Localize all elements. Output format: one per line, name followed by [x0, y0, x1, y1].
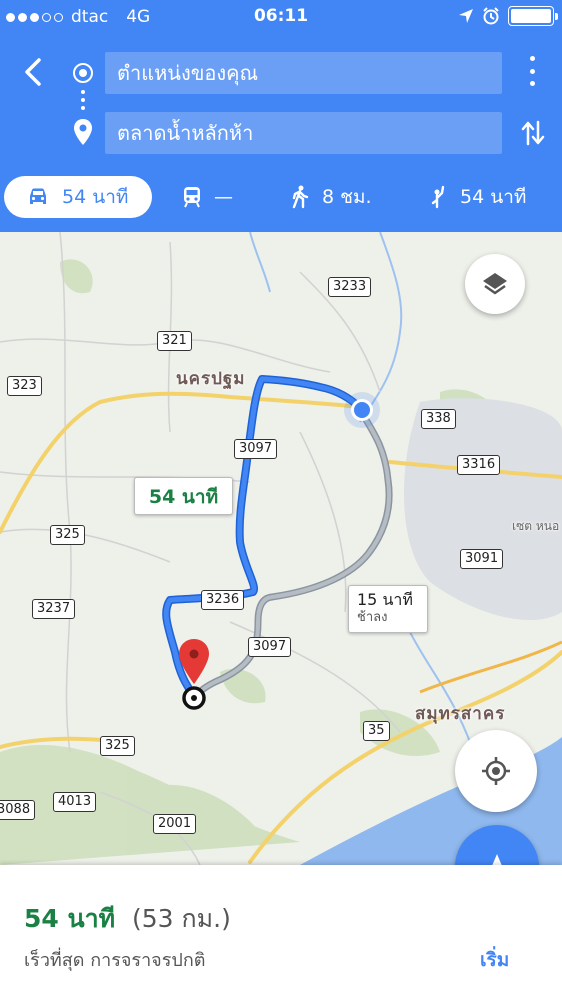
road-shield: 325: [50, 525, 85, 545]
route-duration: 54 นาที: [24, 904, 116, 933]
road-shield: 35: [363, 721, 390, 741]
origin-circle-icon: [73, 63, 93, 83]
road-shield: 3097: [234, 439, 278, 459]
mode-transit[interactable]: —: [182, 176, 233, 218]
place-samut-sakhon: สมุทรสาคร: [415, 704, 506, 724]
road-shield: 3316: [457, 455, 501, 475]
road-shield: 323: [7, 376, 42, 396]
place-nakhon-pathom: นครปฐม: [176, 369, 246, 389]
alternate-route-time: 15 นาที: [357, 590, 413, 609]
mode-transit-label: —: [214, 186, 233, 208]
route-subtitle: เร็วที่สุด การจราจรปกติ: [24, 950, 206, 971]
battery-icon: [508, 6, 558, 26]
destination-pin-icon: [74, 119, 92, 145]
road-shield: 3237: [32, 599, 76, 619]
more-vert-icon[interactable]: [522, 56, 542, 86]
status-bar: dtac 4G 06:11: [0, 0, 562, 34]
swap-vertical-icon[interactable]: [518, 118, 548, 148]
navigation-arrow-icon: [492, 854, 502, 865]
origin-field[interactable]: ตำแหน่งของคุณ: [105, 52, 502, 94]
destination-field[interactable]: ตลาดน้ำหลักห้า: [105, 112, 502, 154]
car-icon: [30, 188, 46, 204]
alarm-icon: [483, 7, 499, 25]
road-shield: 325: [100, 736, 135, 756]
back-arrow-icon[interactable]: [16, 54, 52, 90]
road-shield: 3091: [460, 549, 504, 569]
layers-button[interactable]: [465, 254, 525, 314]
my-location-icon: [482, 757, 510, 785]
walk-icon: [292, 185, 309, 209]
status-right: [458, 6, 558, 26]
my-location-button[interactable]: [455, 730, 537, 812]
route-summary-sheet[interactable]: 54 นาที (53 กม.) เร็วที่สุด การจราจรปกติ…: [0, 865, 562, 1000]
road-shield: 3233: [328, 277, 372, 297]
route-distance: (53 กม.): [132, 904, 231, 933]
map-view[interactable]: นครปฐม สมุทรสาคร เซต หนอ 3233 321 323 33…: [0, 232, 562, 865]
mode-ride-label: 54 นาที: [460, 186, 527, 208]
alternate-route-note: ช้าลง: [357, 610, 388, 625]
mode-walk[interactable]: 8 ชม.: [290, 176, 372, 218]
train-icon: [184, 187, 200, 208]
directions-header: ตำแหน่งของคุณ ตลาดน้ำหลักห้า 54 นาที — 8…: [0, 34, 562, 232]
mode-drive-label: 54 นาที: [62, 186, 129, 208]
mode-ride[interactable]: 54 นาที: [428, 176, 526, 218]
layers-icon: [483, 273, 507, 295]
mode-drive[interactable]: 54 นาที: [4, 176, 152, 218]
start-button[interactable]: เริ่ม: [480, 945, 509, 975]
road-shield: 2001: [153, 814, 197, 834]
mode-walk-label: 8 ชม.: [322, 186, 372, 208]
alternate-route: [191, 406, 393, 702]
location-arrow-icon: [459, 9, 473, 23]
road-shield: 338: [421, 409, 456, 429]
travel-modes: 54 นาที — 8 ชม. 54 นาที: [0, 174, 562, 220]
road-shield: 3088: [0, 800, 36, 820]
hail-icon: [431, 185, 445, 209]
road-shield: 3236: [201, 590, 245, 610]
current-location-marker: [344, 392, 380, 428]
alternate-route-callout[interactable]: 15 นาที ช้าลง: [348, 585, 428, 633]
main-route-callout[interactable]: 54 นาที: [134, 477, 233, 515]
road-shield: 4013: [53, 792, 97, 812]
road-shield: 3097: [248, 637, 292, 657]
route-connector: [81, 90, 85, 110]
place-district: เซต หนอ: [512, 519, 560, 533]
road-shield: 321: [157, 331, 192, 351]
